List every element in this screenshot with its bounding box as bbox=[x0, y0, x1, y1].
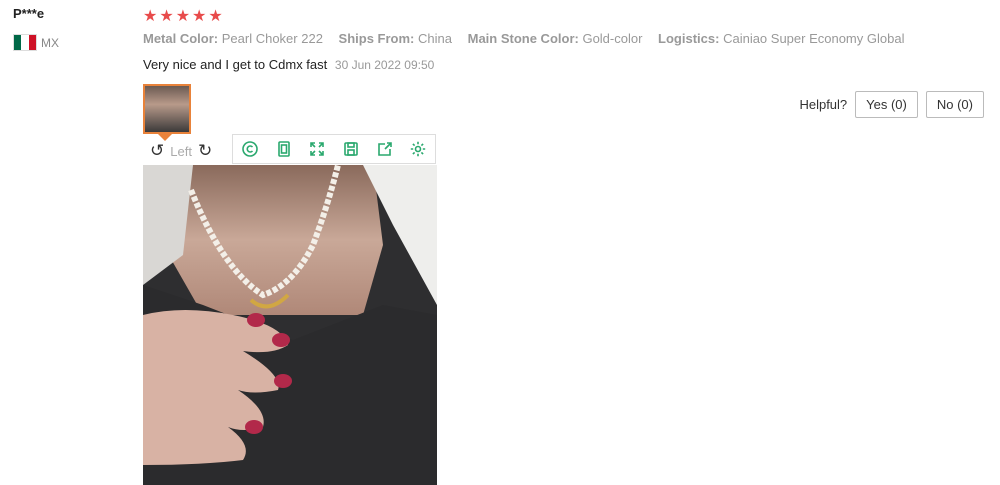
rotate-right-icon[interactable]: ↻ bbox=[198, 141, 212, 161]
attr-value: Gold-color bbox=[582, 31, 643, 46]
attr-key: Main Stone Color: bbox=[467, 31, 579, 46]
helpful-box: Helpful? Yes (0) No (0) bbox=[799, 91, 984, 118]
rotate-label[interactable]: Left bbox=[170, 144, 192, 159]
attr-value: Pearl Choker 222 bbox=[221, 31, 323, 46]
attr-metal-color: Metal Color: Pearl Choker 222 bbox=[143, 31, 323, 46]
rotate-left-icon[interactable]: ↺ bbox=[150, 141, 164, 161]
attr-value: China bbox=[418, 31, 452, 46]
reviewer-country: MX bbox=[13, 34, 59, 51]
star-icon: ★ bbox=[208, 8, 223, 25]
share-icon[interactable] bbox=[368, 135, 402, 163]
save-icon[interactable] bbox=[334, 135, 368, 163]
rotate-controls: ↺ Left ↻ bbox=[150, 141, 212, 161]
attr-logistics: Logistics: Cainiao Super Economy Global bbox=[658, 31, 904, 46]
country-code: MX bbox=[41, 35, 59, 50]
star-icon: ★ bbox=[192, 8, 207, 25]
settings-icon[interactable] bbox=[401, 135, 435, 163]
thumbnail-pointer bbox=[158, 134, 172, 141]
copyright-icon[interactable] bbox=[233, 135, 267, 163]
review-photo-thumbnail[interactable] bbox=[143, 84, 191, 134]
review-text: Very nice and I get to Cdmx fast bbox=[143, 57, 328, 72]
attr-ships-from: Ships From: China bbox=[339, 31, 452, 46]
helpful-yes-button[interactable]: Yes (0) bbox=[855, 91, 918, 118]
attr-main-stone: Main Stone Color: Gold-color bbox=[468, 31, 643, 46]
attr-key: Metal Color: bbox=[143, 31, 219, 46]
order-attributes: Metal Color: Pearl Choker 222 Ships From… bbox=[143, 31, 916, 46]
mexico-flag-icon bbox=[13, 34, 37, 51]
attr-key: Ships From: bbox=[338, 31, 415, 46]
attr-key: Logistics: bbox=[658, 31, 720, 46]
fit-page-icon[interactable] bbox=[267, 135, 301, 163]
helpful-label: Helpful? bbox=[799, 97, 848, 112]
reviewer-name: P***e bbox=[13, 6, 45, 21]
attr-value: Cainiao Super Economy Global bbox=[723, 31, 905, 46]
photo-image bbox=[143, 165, 437, 485]
review-body: Very nice and I get to Cdmx fast 30 Jun … bbox=[143, 57, 434, 72]
helpful-no-button[interactable]: No (0) bbox=[925, 91, 984, 118]
review-photo-large[interactable] bbox=[143, 165, 437, 485]
star-icon: ★ bbox=[175, 8, 191, 25]
fullscreen-icon[interactable] bbox=[300, 135, 334, 163]
review-date: 30 Jun 2022 09:50 bbox=[334, 58, 435, 72]
star-icon: ★ bbox=[159, 8, 174, 25]
star-icon: ★ bbox=[143, 8, 158, 25]
image-viewer-toolbar bbox=[232, 134, 436, 164]
rating-stars: ★ ★ ★ ★ ★ bbox=[143, 6, 223, 26]
